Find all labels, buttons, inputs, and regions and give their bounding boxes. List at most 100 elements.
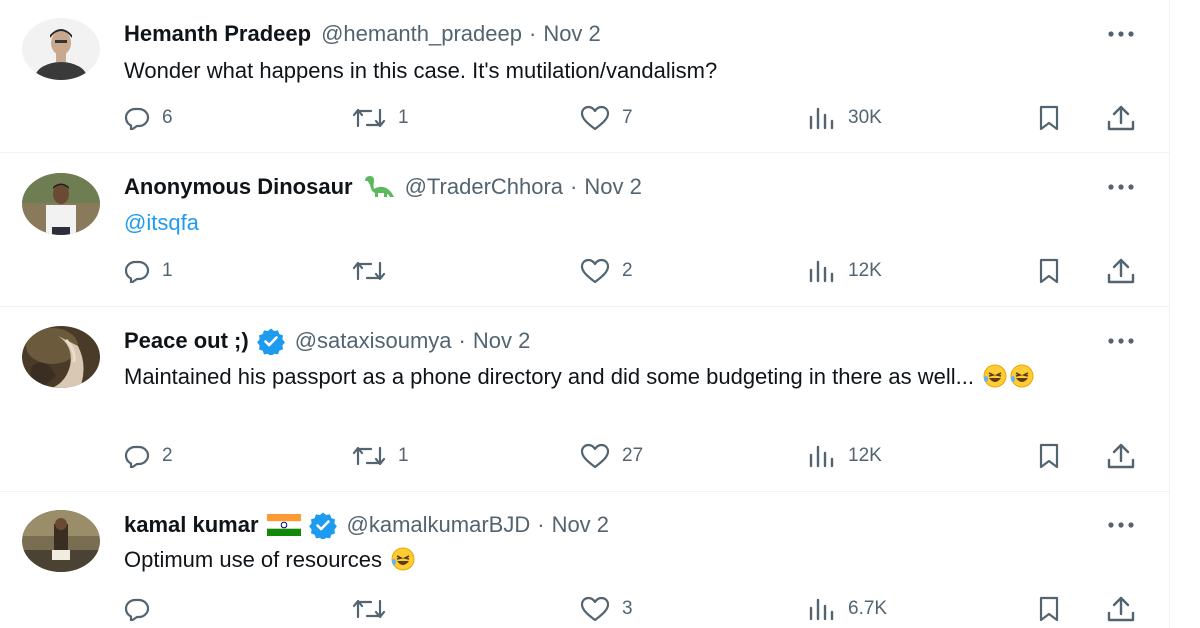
tweet-text: Optimum use of resources — [124, 544, 1124, 579]
bookmark-button[interactable] — [1038, 441, 1060, 471]
separator-dot: · — [537, 512, 545, 537]
tweet-header: Hemanth Pradeep @hemanth_pradeep · Nov 2 — [124, 19, 601, 49]
like-icon — [580, 258, 610, 284]
tweet-header: Peace out ;) @sataxisoumya · Nov 2 — [124, 326, 530, 356]
tweet-date[interactable]: Nov 2 — [584, 174, 641, 200]
tweet-text: Wonder what happens in this case. It's m… — [124, 55, 1124, 86]
tweet-actions: 6 1 7 30K — [124, 103, 1144, 133]
author-handle[interactable]: @hemanth_pradeep — [321, 21, 522, 47]
like-button[interactable]: 27 — [580, 441, 643, 471]
reply-button[interactable] — [124, 594, 162, 624]
share-icon — [1106, 104, 1136, 132]
views-count: 12K — [848, 260, 882, 281]
like-icon — [580, 596, 610, 622]
author-handle[interactable]: @sataxisoumya — [295, 328, 452, 354]
author-name[interactable]: Anonymous Dinosaur — [124, 174, 353, 200]
bookmark-icon — [1038, 105, 1060, 131]
author-handle[interactable]: @TraderChhora — [405, 174, 563, 200]
like-count: 3 — [622, 598, 633, 619]
retweet-button[interactable]: 1 — [352, 441, 409, 471]
views-button[interactable]: 12K — [808, 441, 882, 471]
tweet-card[interactable]: Peace out ;) @sataxisoumya · Nov 2 Maint… — [0, 307, 1169, 492]
india-flag-emoji — [266, 514, 301, 536]
bookmark-icon — [1038, 596, 1060, 622]
like-count: 2 — [622, 260, 633, 281]
views-count: 12K — [848, 445, 882, 466]
reply-button[interactable]: 1 — [124, 256, 173, 286]
retweet-icon — [352, 444, 386, 468]
author-name[interactable]: Hemanth Pradeep — [124, 21, 311, 47]
tweet-date[interactable]: Nov 2 — [552, 512, 609, 538]
tweet-header: kamal kumar @kamalkumarBJD · Nov 2 — [124, 510, 609, 540]
avatar[interactable] — [22, 173, 100, 235]
reply-feed: Hemanth Pradeep @hemanth_pradeep · Nov 2… — [0, 0, 1170, 628]
bookmark-button[interactable] — [1038, 256, 1060, 286]
separator-dot: · — [570, 174, 578, 199]
author-handle[interactable]: @kamalkumarBJD — [347, 512, 531, 538]
retweet-icon — [352, 597, 386, 621]
tweet-date[interactable]: Nov 2 — [473, 328, 530, 354]
like-count: 7 — [622, 107, 633, 128]
tweet-text-content: Maintained his passport as a phone direc… — [124, 364, 974, 389]
bookmark-button[interactable] — [1038, 103, 1060, 133]
bookmark-button[interactable] — [1038, 594, 1060, 624]
tweet-text: @itsqfa — [124, 207, 1124, 238]
like-button[interactable]: 7 — [580, 103, 633, 133]
share-button[interactable] — [1106, 103, 1136, 133]
like-button[interactable]: 2 — [580, 256, 633, 286]
author-name[interactable]: kamal kumar — [124, 512, 259, 538]
reply-button[interactable]: 6 — [124, 103, 173, 133]
retweet-button[interactable] — [352, 256, 398, 286]
share-icon — [1106, 442, 1136, 470]
avatar[interactable] — [22, 18, 100, 80]
reply-count: 2 — [162, 445, 173, 466]
views-count: 6.7K — [848, 598, 888, 619]
tweet-card[interactable]: kamal kumar @kamalkumarBJD · Nov 2 Optim… — [0, 492, 1169, 628]
author-name[interactable]: Peace out ;) — [124, 328, 249, 354]
share-button[interactable] — [1106, 256, 1136, 286]
tweet-card[interactable]: Hemanth Pradeep @hemanth_pradeep · Nov 2… — [0, 0, 1169, 153]
share-button[interactable] — [1106, 441, 1136, 471]
views-icon — [808, 444, 836, 468]
retweet-button[interactable]: 1 — [352, 103, 409, 133]
views-button[interactable]: 6.7K — [808, 594, 887, 624]
bookmark-icon — [1038, 258, 1060, 284]
more-icon[interactable] — [1103, 19, 1139, 49]
more-icon[interactable] — [1103, 172, 1139, 202]
rolling-on-floor-laughing-emoji — [1010, 364, 1034, 396]
more-icon[interactable] — [1103, 510, 1139, 540]
views-icon — [808, 597, 836, 621]
like-button[interactable]: 3 — [580, 594, 633, 624]
retweet-button[interactable] — [352, 594, 398, 624]
tweet-text: Maintained his passport as a phone direc… — [124, 361, 1114, 396]
bookmark-icon — [1038, 443, 1060, 469]
tweet-card[interactable]: Anonymous Dinosaur @TraderChhora · Nov 2… — [0, 153, 1169, 307]
reply-icon — [124, 444, 150, 468]
views-button[interactable]: 30K — [808, 103, 882, 133]
views-button[interactable]: 12K — [808, 256, 882, 286]
verified-badge-icon[interactable] — [256, 327, 285, 355]
mention-link[interactable]: @itsqfa — [124, 210, 199, 235]
tweet-actions: 1 2 12K — [124, 256, 1144, 286]
views-count: 30K — [848, 107, 882, 128]
separator-dot: · — [528, 21, 537, 46]
reply-icon — [124, 597, 150, 621]
avatar[interactable] — [22, 326, 100, 388]
like-icon — [580, 443, 610, 469]
reply-count: 6 — [162, 107, 173, 128]
share-button[interactable] — [1106, 594, 1136, 624]
reply-icon — [124, 259, 150, 283]
retweet-count: 1 — [398, 445, 409, 466]
avatar[interactable] — [22, 510, 100, 572]
reply-count: 1 — [162, 260, 173, 281]
tweet-date[interactable]: Nov 2 — [543, 21, 600, 47]
tweet-header: Anonymous Dinosaur @TraderChhora · Nov 2 — [124, 172, 642, 202]
reply-button[interactable]: 2 — [124, 441, 173, 471]
tweet-text-content: Optimum use of resources — [124, 547, 382, 572]
tweet-actions: 2 1 27 12K — [124, 441, 1144, 471]
more-icon[interactable] — [1103, 326, 1139, 356]
verified-badge-icon[interactable] — [308, 511, 337, 539]
sauropod-emoji — [361, 173, 395, 201]
rolling-on-floor-laughing-emoji — [391, 547, 415, 579]
like-icon — [580, 105, 610, 131]
